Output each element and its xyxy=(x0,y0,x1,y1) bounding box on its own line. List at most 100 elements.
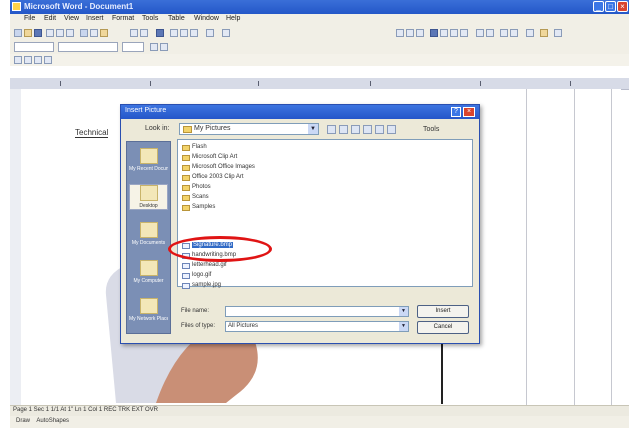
print-preview-icon[interactable] xyxy=(56,29,64,37)
tools-menu[interactable]: Tools xyxy=(423,126,439,133)
menu-help[interactable]: Help xyxy=(226,15,240,22)
undo-icon[interactable] xyxy=(130,29,138,37)
word-app-icon xyxy=(12,2,21,11)
document-heading[interactable]: Technical xyxy=(75,128,109,138)
maximize-button[interactable]: □ xyxy=(605,1,616,12)
drawing-toolbar-labels: Draw AutoShapes xyxy=(16,418,69,424)
menu-table[interactable]: Table xyxy=(168,15,185,22)
underline-icon[interactable] xyxy=(416,29,424,37)
bold-icon[interactable] xyxy=(396,29,404,37)
font-color-icon[interactable] xyxy=(554,29,562,37)
drawing-icon[interactable] xyxy=(206,29,214,37)
align-right-icon[interactable] xyxy=(450,29,458,37)
menu-window[interactable]: Window xyxy=(194,15,219,22)
menu-format[interactable]: Format xyxy=(112,15,134,22)
folder-icon xyxy=(182,145,190,151)
file-type-dropdown[interactable]: All Pictures ▼ xyxy=(225,321,409,332)
dialog-close-button[interactable]: × xyxy=(463,107,475,117)
table-gridline xyxy=(574,89,575,405)
place-label: Desktop xyxy=(139,203,158,209)
network-icon xyxy=(139,298,158,314)
back-icon[interactable] xyxy=(327,125,336,134)
align-left-icon[interactable] xyxy=(430,29,438,37)
folder-icon xyxy=(182,205,190,211)
close-window-button[interactable]: × xyxy=(617,1,628,12)
columns-icon[interactable] xyxy=(190,29,198,37)
track-changes-icon[interactable] xyxy=(14,56,22,64)
documents-icon xyxy=(139,222,158,238)
place-desktop[interactable]: Desktop xyxy=(129,184,168,210)
cancel-button[interactable]: Cancel xyxy=(417,321,469,334)
place-recent[interactable]: My Recent Documents xyxy=(129,148,168,172)
spelling-icon[interactable] xyxy=(66,29,74,37)
insert-table-icon[interactable] xyxy=(180,29,188,37)
decrease-indent-icon[interactable] xyxy=(500,29,508,37)
cut-icon[interactable] xyxy=(80,29,88,37)
place-network[interactable]: My Network Places xyxy=(129,298,168,322)
show-hide-icon[interactable] xyxy=(222,29,230,37)
ruler-tick xyxy=(570,81,571,86)
standard-toolbar xyxy=(10,26,629,41)
redo-icon[interactable] xyxy=(140,29,148,37)
views-icon[interactable] xyxy=(387,125,396,134)
menu-view[interactable]: View xyxy=(64,15,79,22)
search-web-icon[interactable] xyxy=(351,125,360,134)
menu-tools[interactable]: Tools xyxy=(142,15,158,22)
menu-insert[interactable]: Insert xyxy=(86,15,104,22)
file-list[interactable]: Flash Microsoft Clip Art Microsoft Offic… xyxy=(177,139,473,289)
ruler-tick xyxy=(60,81,61,86)
numbering-icon[interactable] xyxy=(476,29,484,37)
place-my-documents[interactable]: My Documents xyxy=(129,222,168,246)
borders-icon[interactable] xyxy=(526,29,534,37)
up-folder-icon[interactable] xyxy=(339,125,348,134)
open-folder-icon[interactable] xyxy=(24,29,32,37)
reject-change-icon[interactable] xyxy=(44,56,52,64)
format-painter-icon[interactable] xyxy=(150,43,158,51)
look-in-value: My Pictures xyxy=(194,125,231,132)
menu-edit[interactable]: Edit xyxy=(44,15,56,22)
print-icon[interactable] xyxy=(46,29,54,37)
recent-documents-icon xyxy=(139,148,158,164)
copy-icon[interactable] xyxy=(90,29,98,37)
chevron-down-icon[interactable]: ▼ xyxy=(399,322,408,331)
folder-icon xyxy=(182,185,190,191)
align-center-icon[interactable] xyxy=(440,29,448,37)
italic-icon[interactable] xyxy=(406,29,414,37)
paste-icon[interactable] xyxy=(100,29,108,37)
accept-change-icon[interactable] xyxy=(34,56,42,64)
comment-icon[interactable] xyxy=(24,56,32,64)
font-dropdown[interactable] xyxy=(58,42,118,52)
formatting-toolbar xyxy=(10,40,629,54)
chevron-down-icon[interactable]: ▼ xyxy=(308,124,318,134)
help-button[interactable]: ? xyxy=(451,107,461,117)
delete-icon[interactable] xyxy=(363,125,372,134)
menu-bar: File Edit View Insert Format Tools Table… xyxy=(10,14,629,26)
look-in-dropdown[interactable]: My Pictures ▼ xyxy=(179,123,319,135)
menu-file[interactable]: File xyxy=(24,15,35,22)
place-my-computer[interactable]: My Computer xyxy=(129,260,168,284)
insert-button[interactable]: Insert xyxy=(417,305,469,318)
minimize-button[interactable]: _ xyxy=(593,1,604,12)
font-size-dropdown[interactable] xyxy=(122,42,144,52)
insert-picture-icon[interactable] xyxy=(160,43,168,51)
hyperlink-icon[interactable] xyxy=(156,29,164,37)
autoshapes-menu[interactable]: AutoShapes xyxy=(36,418,69,424)
highlight-icon[interactable] xyxy=(540,29,548,37)
draw-menu[interactable]: Draw xyxy=(16,418,30,424)
ruler-tick xyxy=(150,81,151,86)
style-dropdown[interactable] xyxy=(14,42,54,52)
new-document-icon[interactable] xyxy=(14,29,22,37)
folder-icon xyxy=(182,155,190,161)
increase-indent-icon[interactable] xyxy=(510,29,518,37)
save-icon[interactable] xyxy=(34,29,42,37)
dialog-titlebar: Insert Picture ? × xyxy=(121,105,479,119)
window-title: Microsoft Word - Document1 xyxy=(24,2,134,11)
bullets-icon[interactable] xyxy=(486,29,494,37)
chevron-down-icon[interactable]: ▼ xyxy=(399,307,408,316)
tables-icon[interactable] xyxy=(170,29,178,37)
new-folder-icon[interactable] xyxy=(375,125,384,134)
folder-icon xyxy=(183,126,192,133)
computer-icon xyxy=(139,260,158,276)
justify-icon[interactable] xyxy=(460,29,468,37)
file-name-input[interactable] xyxy=(225,306,409,317)
